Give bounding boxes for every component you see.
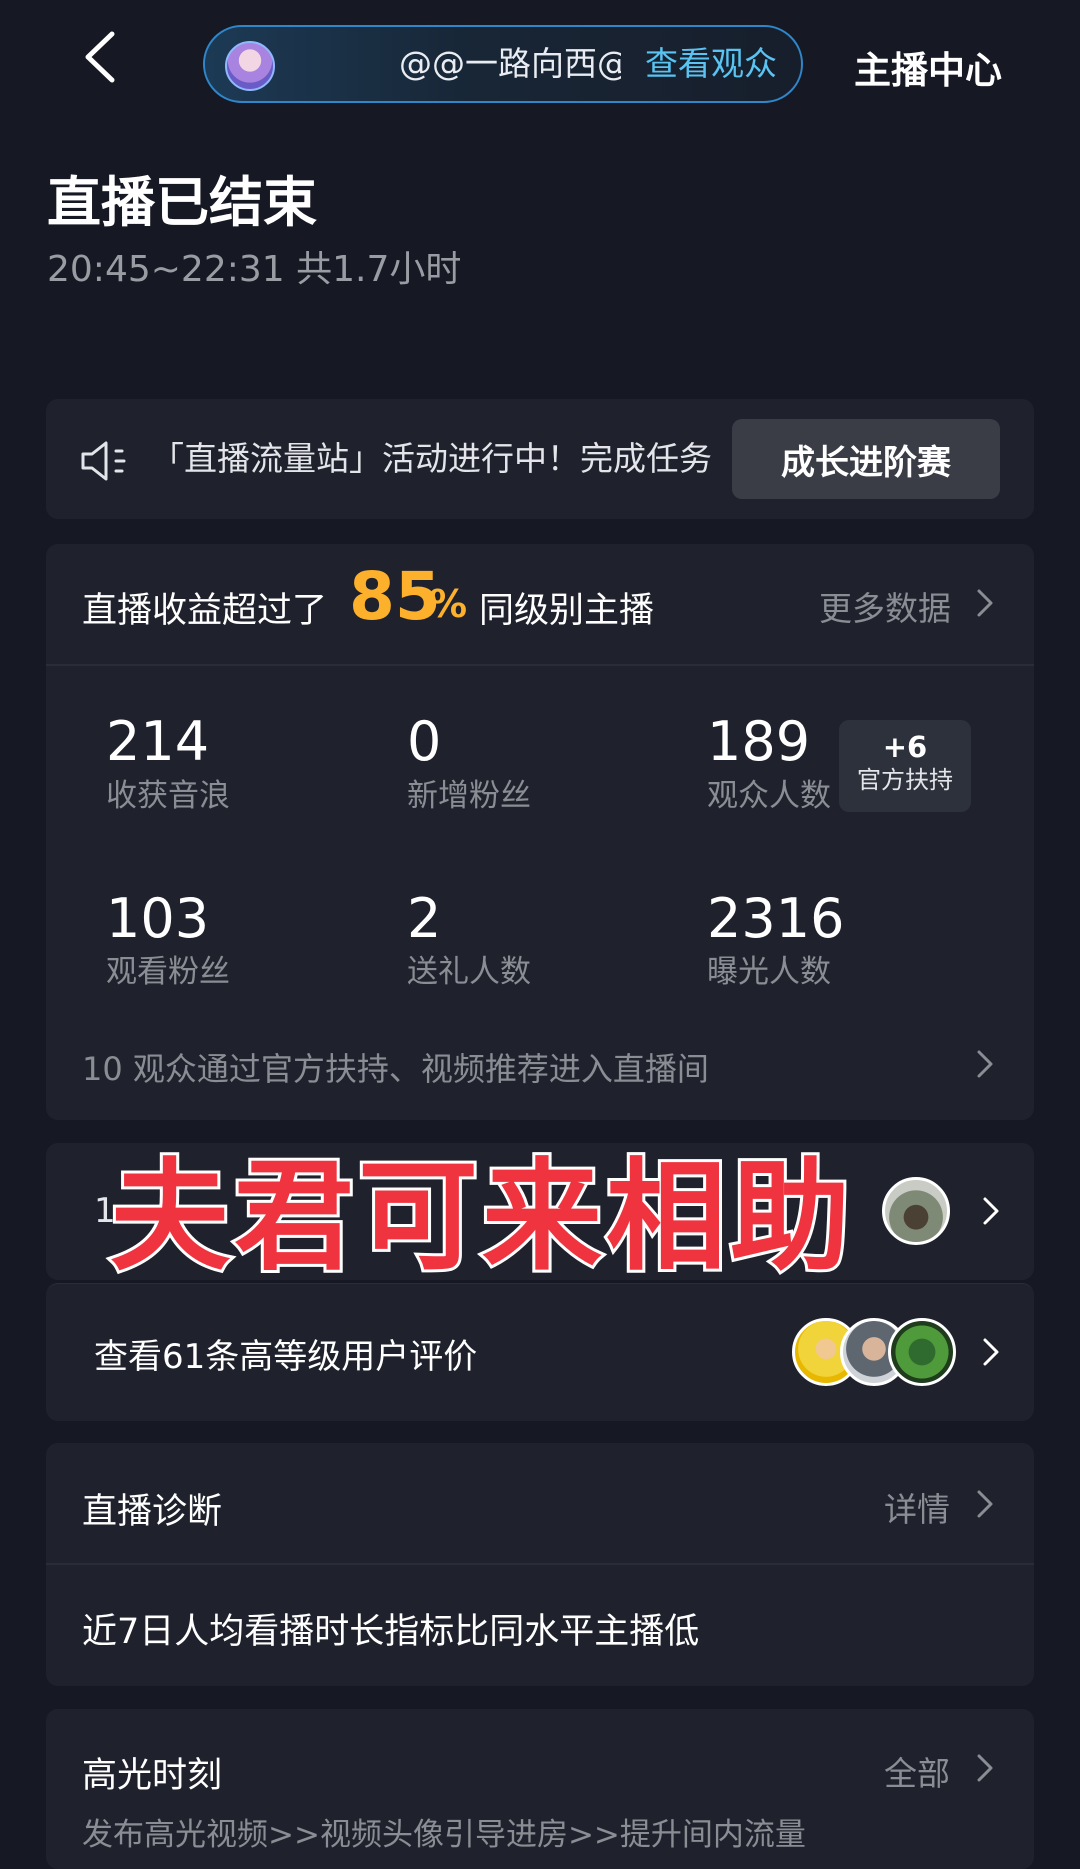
user-reviews-row[interactable]: 查看61条高等级用户评价: [46, 1283, 1034, 1421]
stat-label-watching-fans: 观看粉丝: [106, 954, 230, 990]
chevron-right-icon[interactable]: [976, 1753, 994, 1783]
stat-value-viewers: 189: [707, 710, 811, 773]
growth-contest-button[interactable]: 成长进阶赛: [732, 419, 1000, 499]
view-audience-link[interactable]: 查看观众: [645, 42, 777, 86]
audience-username: @@一路向西@: [399, 44, 621, 83]
traffic-source-note[interactable]: 10 观众通过官方扶持、视频推荐进入直播间: [82, 1044, 709, 1090]
back-chevron-left-icon[interactable]: [78, 30, 122, 84]
divider: [46, 1563, 1034, 1565]
speaker-icon: [81, 441, 126, 481]
host-center-link[interactable]: 主播中心: [854, 40, 1002, 94]
revenue-percent-sign: %: [429, 582, 468, 626]
diagnosis-detail-link[interactable]: 详情: [884, 1483, 950, 1531]
reviewer-avatar: [888, 1318, 956, 1386]
chevron-right-icon[interactable]: [982, 1337, 1000, 1367]
page-title: 直播已结束: [47, 171, 317, 234]
stat-value-new-fans: 0: [407, 710, 442, 773]
divider: [46, 664, 1034, 666]
highlights-description: 发布高光视频>>视频头像引导进房>>提升间内流量: [82, 1817, 806, 1853]
fan-avatar: [882, 1177, 950, 1245]
watermark-overlay-text: 夫君可来相助: [107, 1145, 854, 1290]
audience-pill[interactable]: @@一路向西@ 查看观众: [203, 25, 803, 103]
highlights-card: 高光时刻 全部 发布高光视频>>视频头像引导进房>>提升间内流量: [46, 1709, 1034, 1869]
stat-value-sound-waves: 214: [106, 710, 210, 773]
live-time-range: 20:45~22:31 共1.7小时: [47, 249, 462, 290]
stat-label-viewers: 观众人数: [707, 778, 831, 814]
diagnosis-title: 直播诊断: [82, 1492, 223, 1532]
official-support-badge: +6 官方扶持: [839, 720, 971, 812]
diagnosis-text: 近7日人均看播时长指标比同水平主播低: [82, 1612, 700, 1652]
host-avatar: [225, 41, 275, 91]
official-support-count: +6: [882, 730, 928, 764]
live-diagnosis-card: 直播诊断 详情 近7日人均看播时长指标比同水平主播低: [46, 1443, 1034, 1686]
user-reviews-text: 查看61条高等级用户评价: [94, 1337, 478, 1377]
stat-label-sound-waves: 收获音浪: [106, 778, 230, 814]
highlights-all-link[interactable]: 全部: [884, 1747, 950, 1795]
revenue-prefix: 直播收益超过了: [82, 591, 328, 631]
chevron-right-icon[interactable]: [976, 1049, 994, 1079]
revenue-suffix: 同级别主播: [479, 591, 655, 631]
stat-value-exposure: 2316: [707, 887, 845, 950]
more-data-link[interactable]: 更多数据: [819, 582, 951, 630]
activity-notice-bar[interactable]: 「直播流量站」活动进行中！完成任务 成长进阶赛: [46, 399, 1034, 519]
stat-value-watching-fans: 103: [106, 887, 210, 950]
revenue-percent: 85: [349, 558, 441, 635]
stat-label-gifters: 送礼人数: [407, 954, 531, 990]
stat-label-new-fans: 新增粉丝: [407, 778, 531, 814]
live-stats-card: 直播收益超过了 85 % 同级别主播 更多数据 214 收获音浪 0 新增粉丝 …: [46, 544, 1034, 1120]
chevron-right-icon[interactable]: [982, 1196, 1000, 1226]
stat-label-exposure: 曝光人数: [707, 954, 831, 990]
stat-value-gifters: 2: [407, 887, 442, 950]
highlights-title: 高光时刻: [82, 1756, 223, 1796]
chevron-right-icon[interactable]: [976, 588, 994, 618]
notice-text: 「直播流量站」活动进行中！完成任务: [151, 439, 712, 478]
official-support-label: 官方扶持: [857, 766, 953, 794]
chevron-right-icon[interactable]: [976, 1489, 994, 1519]
